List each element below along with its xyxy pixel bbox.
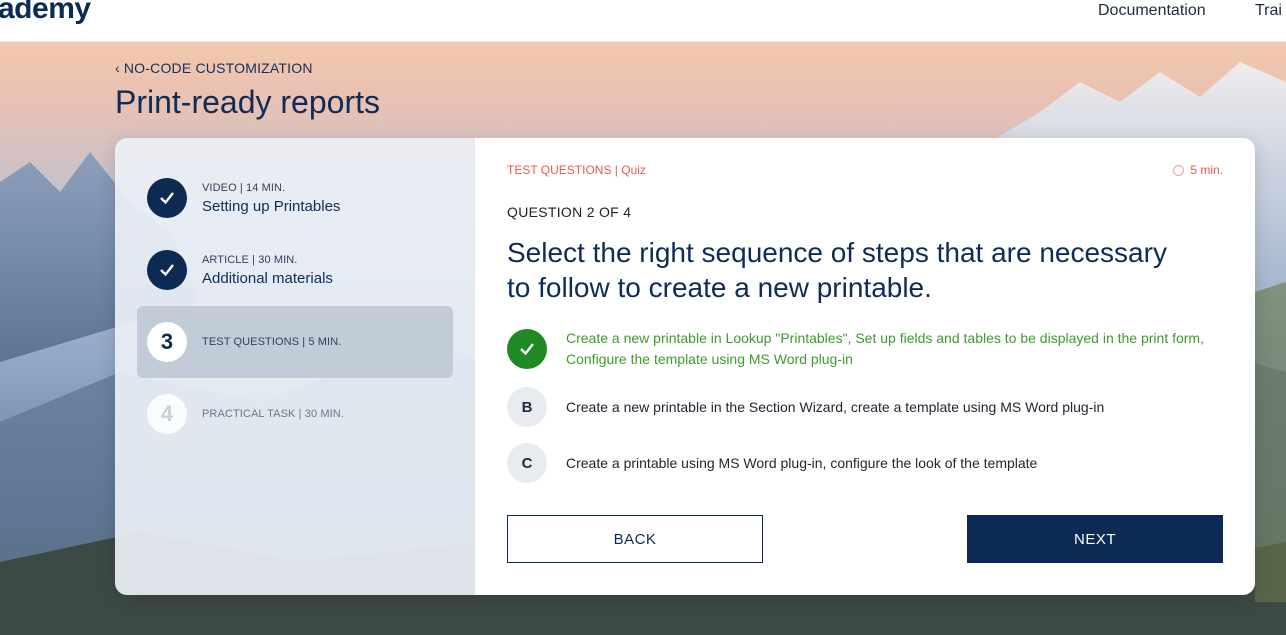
- step-item-article[interactable]: ARTICLE | 30 MIN. Additional materials: [137, 234, 453, 306]
- answer-text: Create a new printable in the Section Wi…: [566, 398, 1105, 415]
- breadcrumb[interactable]: ‹ NO-CODE CUSTOMIZATION: [115, 60, 313, 76]
- lesson-card: VIDEO | 14 MIN. Setting up Printables AR…: [115, 138, 1255, 595]
- step-item-video[interactable]: VIDEO | 14 MIN. Setting up Printables: [137, 162, 453, 234]
- step-item-practical-task[interactable]: 4 PRACTICAL TASK | 30 MIN.: [137, 378, 453, 450]
- chevron-left-icon: ‹: [115, 60, 120, 76]
- step-title: Setting up Printables: [202, 197, 341, 215]
- steps-sidebar: VIDEO | 14 MIN. Setting up Printables AR…: [115, 138, 475, 595]
- answer-text: Create a printable using MS Word plug-in…: [566, 454, 1038, 471]
- step-item-test-questions[interactable]: 3 TEST QUESTIONS | 5 MIN.: [137, 306, 453, 378]
- back-button[interactable]: BACK: [507, 515, 763, 563]
- step-meta: TEST QUESTIONS | 5 MIN.: [202, 336, 342, 348]
- answer-option-b[interactable]: B Create a new printable in the Section …: [507, 387, 1207, 427]
- step-meta: ARTICLE | 30 MIN.: [202, 253, 298, 266]
- check-icon: [507, 329, 547, 369]
- step-title: Additional materials: [202, 269, 333, 287]
- question-text: Select the right sequence of steps that …: [507, 237, 1167, 303]
- next-button[interactable]: NEXT: [967, 515, 1223, 563]
- quiz-tag: TEST QUESTIONS | Quiz: [507, 163, 646, 177]
- step-meta: VIDEO | 14 MIN.: [202, 181, 286, 194]
- question-progress: QUESTION 2 OF 4: [507, 204, 632, 220]
- duration-label: 5 min.: [1190, 163, 1223, 177]
- answer-letter: C: [507, 443, 547, 483]
- top-navigation-bar: ademy Documentation Trai: [0, 0, 1286, 42]
- page-title: Print-ready reports: [115, 84, 380, 120]
- check-icon: [147, 178, 187, 218]
- check-icon: [147, 250, 187, 290]
- answer-letter: B: [507, 387, 547, 427]
- step-number: 3: [147, 322, 187, 362]
- academy-logo[interactable]: ademy: [0, 0, 91, 26]
- answer-option-c[interactable]: C Create a printable using MS Word plug-…: [507, 443, 1207, 483]
- answer-option-a[interactable]: Create a new printable in Lookup "Printa…: [507, 328, 1207, 370]
- nav-link-training[interactable]: Trai: [1255, 2, 1282, 20]
- nav-link-documentation[interactable]: Documentation: [1098, 2, 1206, 20]
- quiz-panel: TEST QUESTIONS | Quiz 5 min. QUESTION 2 …: [475, 138, 1255, 595]
- step-number: 4: [147, 394, 187, 434]
- clock-icon: [1173, 164, 1185, 176]
- breadcrumb-label[interactable]: NO-CODE CUSTOMIZATION: [124, 60, 313, 76]
- duration: 5 min.: [1173, 163, 1223, 177]
- answer-text: Create a new printable in Lookup "Printa…: [566, 330, 1204, 367]
- step-meta: PRACTICAL TASK | 30 MIN.: [202, 408, 344, 420]
